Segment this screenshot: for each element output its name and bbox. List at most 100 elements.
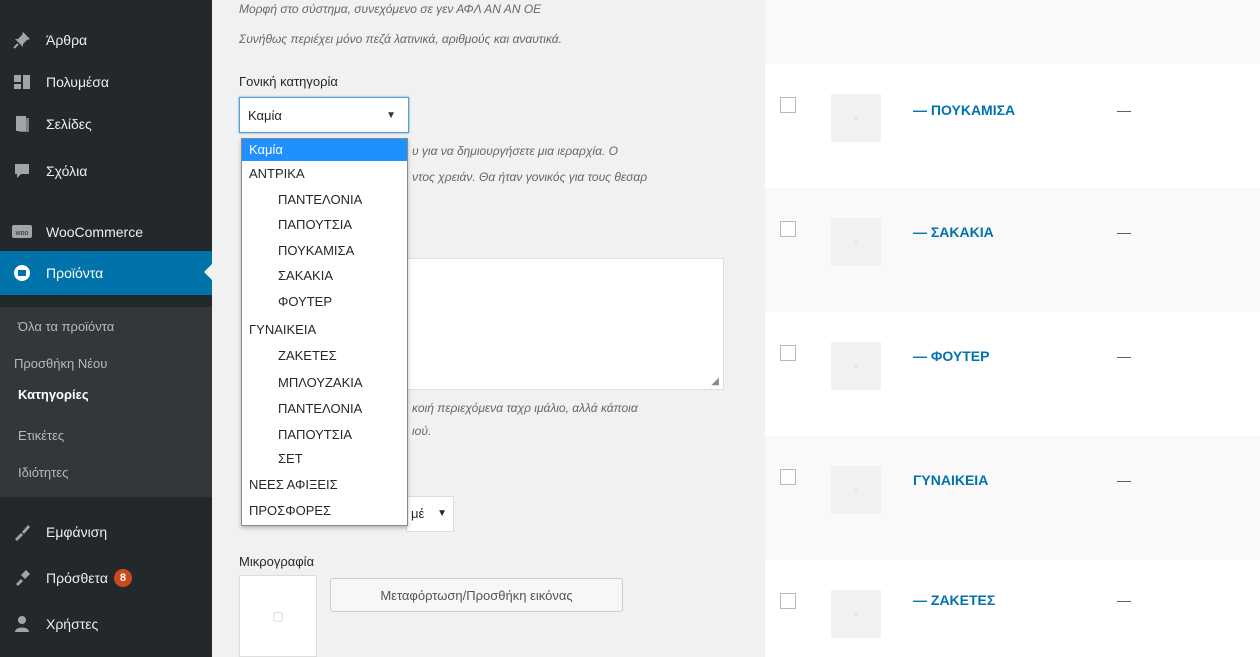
dropdown-option[interactable]: ΠΡΟΣΦΟΡΕΣ	[242, 500, 407, 522]
categories-table: ▫ — ΠΟΥΚΑΜΙΣΑ — ▫ — ΣΑΚΑΚΙΑ — ▫ — ΦΟΥΤΕΡ…	[765, 0, 1260, 657]
category-thumbnail: ▫	[831, 218, 881, 266]
selected-value: Καμία	[248, 108, 282, 123]
sidebar-item-label: Άρθρα	[46, 32, 88, 48]
sidebar-item-label: Προϊόντα	[46, 265, 104, 281]
category-thumbnail: ▫	[831, 342, 881, 390]
category-thumbnail: ▫	[831, 94, 881, 142]
category-name-link[interactable]: — ΖΑΚΕΤΕΣ	[913, 592, 995, 608]
sidebar-item-label: Πολυμέσα	[46, 74, 109, 90]
dropdown-option[interactable]: Καμία	[242, 139, 407, 161]
placeholder-image-icon: ▫	[854, 361, 858, 371]
selected-value: μέ	[411, 506, 425, 521]
thumbnail-preview: ▢	[239, 575, 317, 657]
row-checkbox[interactable]	[780, 97, 796, 113]
submenu-attributes[interactable]: Ιδιότητες	[18, 465, 68, 480]
sidebar-item-plugins[interactable]: Πρόσθετα 8	[0, 557, 212, 599]
dropdown-option[interactable]: ΠΑΝΤΕΛΟΝΙΑ	[242, 398, 407, 420]
chevron-down-icon: ▼	[386, 110, 396, 121]
sidebar-item-posts[interactable]: Άρθρα	[0, 19, 212, 61]
category-thumbnail: ▫	[831, 590, 881, 638]
active-indicator	[204, 264, 212, 280]
menu-separator	[0, 192, 212, 200]
table-row: ▫ — ΣΑΚΑΚΙΑ —	[765, 188, 1260, 312]
page-icon	[12, 114, 32, 134]
plugins-icon	[12, 568, 32, 588]
svg-text:woo: woo	[15, 230, 29, 237]
category-name-link[interactable]: — ΦΟΥΤΕΡ	[913, 348, 989, 364]
category-description: —	[1117, 348, 1131, 364]
category-name-link[interactable]: — ΠΟΥΚΑΜΙΣΑ	[913, 102, 1015, 118]
submenu-categories[interactable]: Κατηγορίες	[18, 387, 89, 402]
update-count-badge: 8	[113, 569, 132, 587]
sidebar-item-label: Σχόλια	[46, 163, 88, 179]
dropdown-option[interactable]: ΣΑΚΑΚΙΑ	[242, 265, 407, 287]
row-checkbox[interactable]	[780, 593, 796, 609]
dropdown-option[interactable]: ΖΑΚΕΤΕΣ	[242, 345, 407, 367]
dropdown-option[interactable]: ΜΠΛΟΥΖΑΚΙΑ	[242, 372, 407, 394]
table-row	[765, 0, 1260, 64]
appearance-icon	[12, 522, 32, 542]
thumbnail-label: Μικρογραφία	[239, 554, 315, 569]
sidebar-item-appearance[interactable]: Εμφάνιση	[0, 511, 212, 553]
sidebar-item-label: WooCommerce	[46, 224, 143, 240]
comment-icon	[12, 161, 32, 181]
table-row: ▫ — ΖΑΚΕΤΕΣ —	[765, 560, 1260, 657]
dropdown-option[interactable]: ΓΥΝΑΙΚΕΙΑ	[242, 319, 407, 341]
users-icon	[12, 614, 32, 634]
dropdown-option[interactable]: ΠΟΥΚΑΜΙΣΑ	[242, 240, 407, 262]
textarea-description-line-2: ιού.	[412, 424, 432, 438]
chevron-down-icon: ▼	[437, 508, 447, 519]
sidebar-item-products[interactable]: Προϊόντα	[0, 251, 212, 295]
pin-icon	[12, 30, 32, 50]
dropdown-option[interactable]: ΠΑΠΟΥΤΣΙΑ	[242, 424, 407, 446]
resize-grip-icon[interactable]: ◢	[711, 376, 719, 387]
table-row: ▫ — ΦΟΥΤΕΡ —	[765, 312, 1260, 436]
dropdown-option[interactable]: ΝΕΕΣ ΑΦΙΞΕΙΣ	[242, 474, 407, 496]
row-checkbox[interactable]	[780, 345, 796, 361]
table-row: ▫ — ΠΟΥΚΑΜΙΣΑ —	[765, 64, 1260, 188]
dropdown-option[interactable]: ΠΑΠΟΥΤΣΙΑ	[242, 214, 407, 236]
parent-description-line-1: υ για να δημιουργήσετε μια ιεραρχία. Ο	[412, 144, 618, 158]
placeholder-image-icon: ▫	[854, 609, 858, 619]
submenu-add-new[interactable]: Προσθήκη Νέου	[14, 356, 107, 371]
row-checkbox[interactable]	[780, 221, 796, 237]
dropdown-option[interactable]: ΦΟΥΤΕΡ	[242, 291, 407, 313]
placeholder-image-icon: ▫	[854, 237, 858, 247]
category-description: —	[1117, 592, 1131, 608]
sidebar-item-label: Χρήστες	[46, 616, 99, 632]
admin-sidebar: Άρθρα Πολυμέσα Σελίδες Σχόλια woo WooCom	[0, 0, 212, 657]
description-textarea[interactable]: ◢	[406, 258, 724, 390]
slug-description-line-2: Συνήθως περιέχει μόνο πεζά λατινικά, αρι…	[239, 32, 562, 46]
parent-category-label: Γονική κατηγορία	[239, 74, 338, 89]
sidebar-item-users[interactable]: Χρήστες	[0, 603, 212, 645]
submenu-tags[interactable]: Ετικέτες	[18, 428, 64, 443]
row-checkbox[interactable]	[780, 469, 796, 485]
display-type-select[interactable]: μέ ▼	[406, 496, 454, 532]
category-name-link[interactable]: — ΣΑΚΑΚΙΑ	[913, 224, 994, 240]
dropdown-option[interactable]: ΑΝΤΡΙΚΑ	[242, 163, 407, 185]
category-name-link[interactable]: ΓΥΝΑΙΚΕΙΑ	[913, 472, 988, 488]
sidebar-item-woocommerce[interactable]: woo WooCommerce	[0, 211, 212, 253]
placeholder-image-icon: ▫	[854, 113, 858, 123]
upload-image-button[interactable]: Μεταφόρτωση/Προσθήκη εικόνας	[330, 578, 623, 612]
category-description: —	[1117, 224, 1131, 240]
sidebar-item-pages[interactable]: Σελίδες	[0, 103, 212, 145]
sidebar-item-label: Εμφάνιση	[46, 524, 108, 540]
slug-description-line-1: Μορφή στο σύστημα, συνεχόμενο σε γεν ΑΦΛ…	[239, 2, 542, 16]
placeholder-image-icon: ▫	[854, 485, 858, 495]
parent-category-select[interactable]: Καμία ▼	[239, 97, 409, 133]
sidebar-item-media[interactable]: Πολυμέσα	[0, 61, 212, 103]
sidebar-item-label: Πρόσθετα	[46, 570, 108, 586]
woo-icon: woo	[12, 222, 32, 242]
category-thumbnail: ▫	[831, 466, 881, 514]
media-icon	[12, 72, 32, 92]
submenu-all-products[interactable]: Όλα τα προϊόντα	[18, 319, 114, 334]
products-icon	[12, 263, 32, 283]
sidebar-item-comments[interactable]: Σχόλια	[0, 150, 212, 192]
parent-description-line-2: ντος χρειάν. Θα ήταν γονικός για τους θε…	[412, 170, 648, 184]
wp-admin-screen: Άρθρα Πολυμέσα Σελίδες Σχόλια woo WooCom	[0, 0, 1260, 657]
dropdown-option[interactable]: ΠΑΝΤΕΛΟΝΙΑ	[242, 189, 407, 211]
textarea-description-line-1: κοιή περιεχόμενα ταχρ ιμάλιο, αλλά κάποι…	[412, 401, 638, 415]
dropdown-option[interactable]: ΣΕΤ	[242, 448, 407, 470]
sidebar-item-label: Σελίδες	[46, 116, 92, 132]
